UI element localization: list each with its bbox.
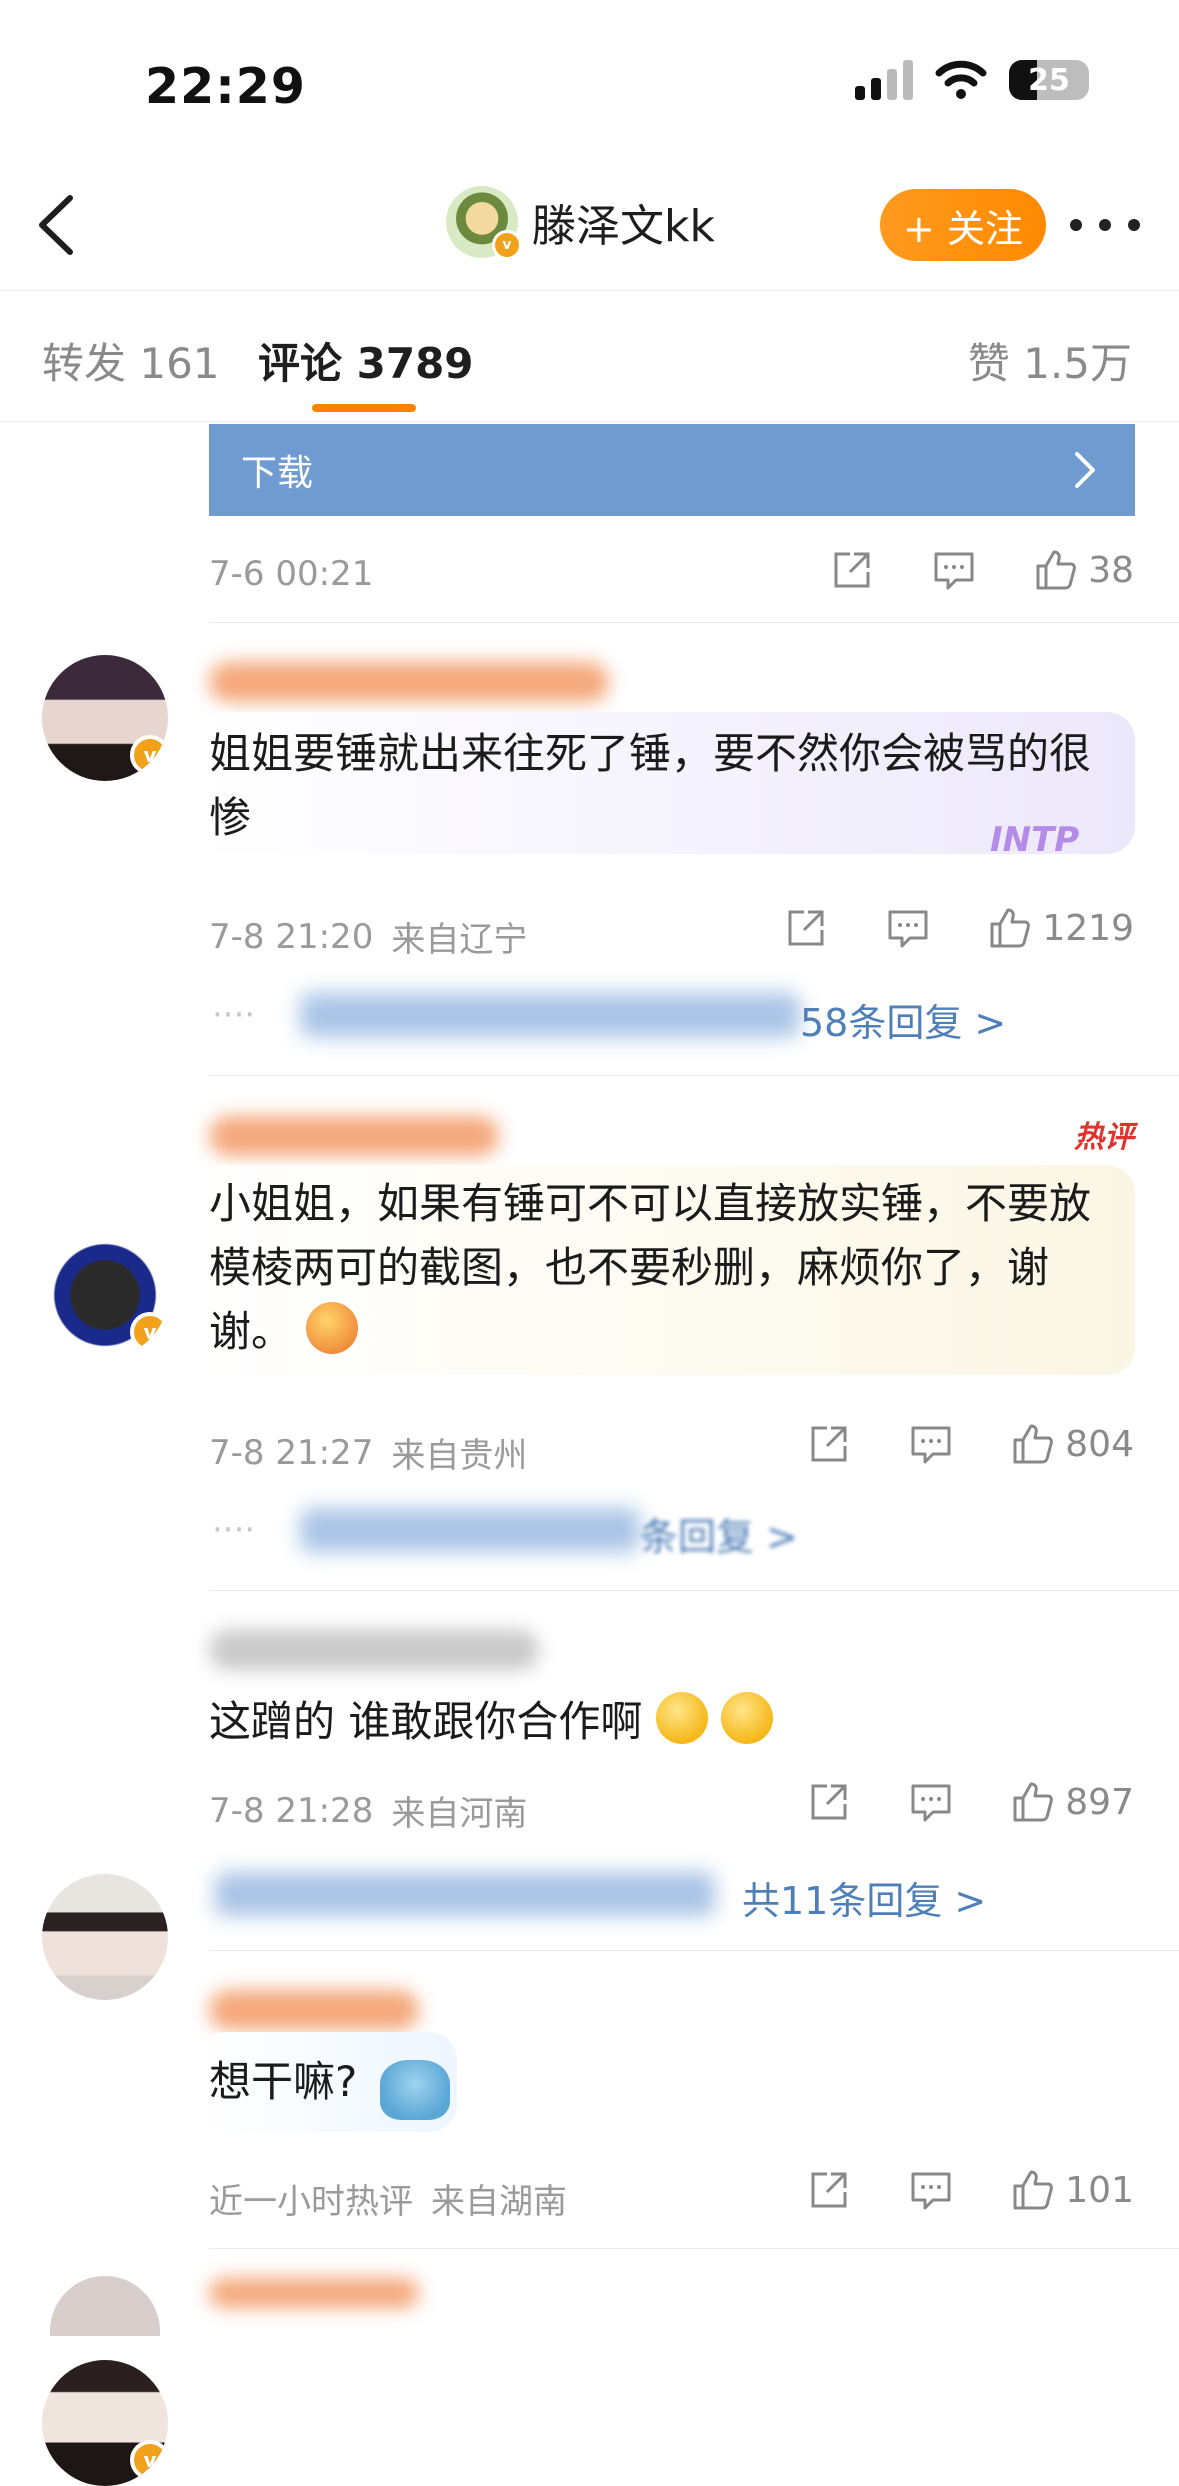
- reply-ellipsis: ····: [212, 995, 256, 1035]
- tab-likes[interactable]: 赞 1.5万: [968, 330, 1132, 391]
- comment-icon[interactable]: [909, 1780, 953, 1824]
- comment-time: 7-8 21:27: [209, 1432, 374, 1473]
- view-replies-link[interactable]: 共11条回复 >: [742, 1870, 986, 1925]
- header-username[interactable]: 滕泽文kk: [532, 190, 715, 254]
- comment-icon[interactable]: [909, 2168, 953, 2212]
- wifi-icon: [935, 60, 987, 99]
- commenter-avatar[interactable]: v: [42, 2360, 168, 2486]
- comment-meta: 近一小时热评 来自湖南: [209, 2174, 567, 2223]
- share-icon[interactable]: [807, 2168, 851, 2212]
- reply-preview[interactable]: [215, 1872, 715, 1916]
- comment-text: 想干嘛?: [209, 2057, 358, 2106]
- tab-comments[interactable]: 评论 3789: [258, 330, 474, 391]
- more-options-icon[interactable]: [1070, 200, 1140, 250]
- comment-actions: 1219: [784, 906, 1134, 950]
- share-icon[interactable]: [784, 906, 828, 950]
- comment-actions: 897: [807, 1780, 1134, 1824]
- comment-text: 姐姐要锤就出来往死了锤，要不然你会被骂的很惨: [209, 729, 1092, 842]
- download-banner[interactable]: 下载: [209, 424, 1135, 516]
- header-user[interactable]: v 滕泽文kk: [446, 186, 715, 260]
- like-icon[interactable]: [1011, 1422, 1055, 1466]
- sticker-icon: [380, 2060, 450, 2120]
- tabs-divider: [0, 421, 1179, 422]
- comment-icon[interactable]: [886, 906, 930, 950]
- comment-text: 小姐姐，如果有锤可不可以直接放实锤，不要放模棱两可的截图，也不要秒删，麻烦你了，…: [209, 1179, 1092, 1356]
- commenter-name[interactable]: [209, 1116, 499, 1156]
- commenter-avatar[interactable]: v: [42, 655, 168, 781]
- row-divider: [209, 1590, 1179, 1591]
- follow-button[interactable]: + 关注: [880, 189, 1046, 261]
- hot-comment-badge: 热评: [1074, 1120, 1134, 1155]
- comment-location: 来自辽宁: [391, 920, 528, 960]
- chevron-right-icon: [1075, 452, 1095, 488]
- share-icon[interactable]: [807, 1422, 851, 1466]
- header-avatar[interactable]: v: [446, 186, 522, 260]
- view-replies-link[interactable]: 58条回复 >: [800, 992, 1006, 1047]
- commenter-name[interactable]: [209, 1990, 419, 2030]
- header-divider: [0, 290, 1179, 291]
- comment-location: 来自湖南: [431, 2182, 567, 2222]
- cellular-signal-icon: [855, 60, 913, 100]
- commenter-avatar[interactable]: [42, 1874, 168, 2000]
- reply-preview[interactable]: [300, 1508, 640, 1552]
- like-count: 804: [1065, 1423, 1134, 1465]
- comment-icon[interactable]: [909, 1422, 953, 1466]
- like-icon[interactable]: [1034, 548, 1078, 592]
- row-divider: [209, 2248, 1179, 2249]
- comment-time: 近一小时热评: [209, 2182, 413, 2222]
- comment-actions: 101: [807, 2168, 1134, 2212]
- comment-meta: 7-8 21:28 来自河南: [209, 1786, 527, 1835]
- commenter-avatar[interactable]: v: [42, 1232, 168, 1358]
- tab-active-indicator: [312, 404, 416, 412]
- sweat-emoji-icon: [655, 1692, 708, 1744]
- commenter-name[interactable]: [209, 2278, 419, 2308]
- like-count: 897: [1065, 1781, 1134, 1823]
- status-time: 22:29: [145, 58, 306, 115]
- comment-meta: 7-8 21:20 来自辽宁: [209, 912, 527, 961]
- comment-actions: 38: [830, 548, 1134, 592]
- comment-time: 7-8 21:28: [209, 1790, 374, 1831]
- comment-text: 这蹭的 谁敢跟你合作啊: [209, 1690, 1109, 1754]
- hug-emoji-icon: [306, 1302, 359, 1354]
- reply-ellipsis: ····: [212, 1510, 256, 1550]
- like-count: 38: [1088, 549, 1134, 591]
- like-count: 101: [1065, 2169, 1134, 2211]
- back-arrow-icon[interactable]: [30, 190, 90, 260]
- like-icon[interactable]: [1011, 2168, 1055, 2212]
- comment-icon[interactable]: [932, 548, 976, 592]
- share-icon[interactable]: [807, 1780, 851, 1824]
- facepalm-emoji-icon: [721, 1692, 774, 1744]
- verified-badge-icon: v: [130, 1312, 168, 1352]
- commenter-name[interactable]: [209, 662, 609, 702]
- comment-time: 7-8 21:20: [209, 916, 374, 957]
- comment-location: 来自贵州: [391, 1436, 528, 1476]
- row-divider: [209, 622, 1179, 623]
- like-icon[interactable]: [1011, 1780, 1055, 1824]
- comment-meta: 7-8 21:27 来自贵州: [209, 1428, 527, 1477]
- verified-badge-icon: v: [130, 735, 168, 775]
- like-count: 1219: [1042, 907, 1134, 949]
- download-label: 下载: [241, 453, 314, 494]
- comment-location: 来自河南: [391, 1794, 528, 1834]
- status-icons: 25: [855, 60, 1089, 100]
- verified-badge-icon: v: [492, 230, 522, 260]
- comment-actions: 804: [807, 1422, 1134, 1466]
- battery-icon: 25: [1009, 60, 1089, 100]
- commenter-name[interactable]: [209, 1630, 539, 1670]
- tab-reposts[interactable]: 转发 161: [42, 330, 220, 391]
- like-icon[interactable]: [988, 906, 1032, 950]
- share-icon[interactable]: [830, 548, 874, 592]
- row-divider: [209, 1075, 1179, 1076]
- row-divider: [209, 1950, 1179, 1951]
- comment-time: 7-6 00:21: [209, 554, 374, 594]
- view-replies-link[interactable]: 条回复 >: [640, 1506, 798, 1561]
- commenter-avatar[interactable]: [50, 2276, 160, 2336]
- intp-sticker: INTP: [990, 820, 1080, 860]
- verified-badge-icon: v: [130, 2440, 168, 2480]
- reply-preview[interactable]: [300, 993, 800, 1037]
